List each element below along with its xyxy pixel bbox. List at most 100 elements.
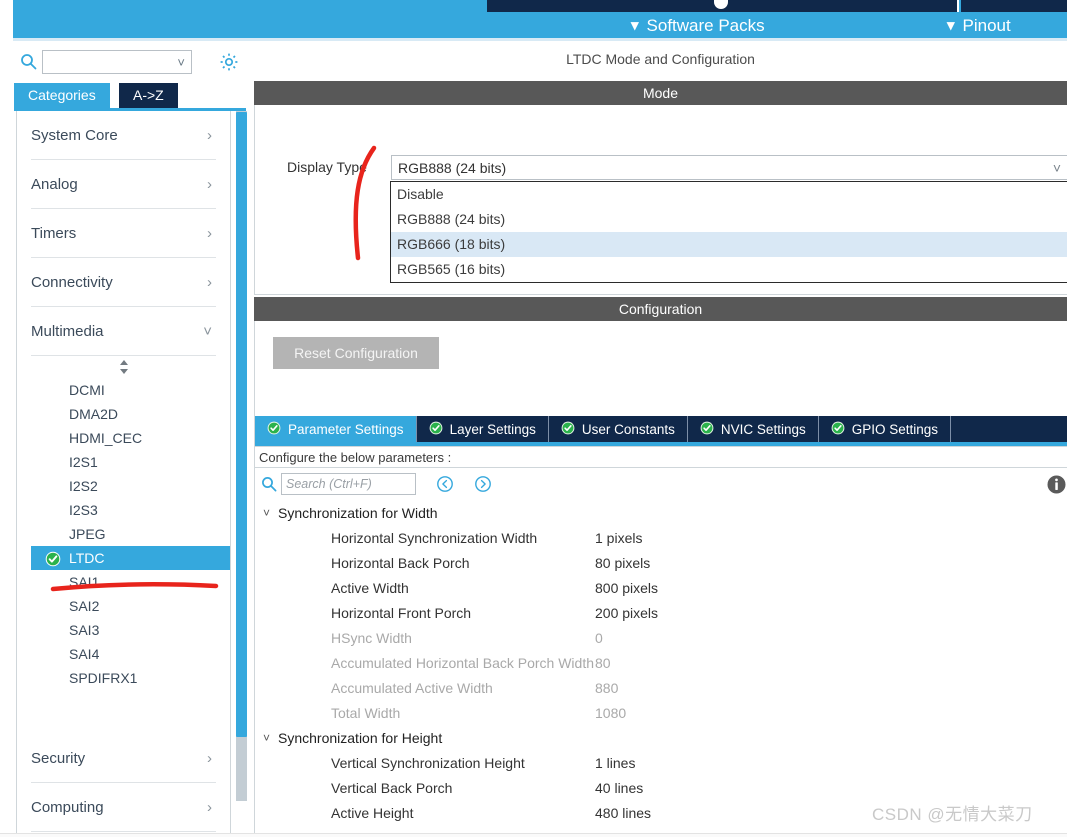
param-value: 200 pixels [595,604,659,621]
sidebar-peripheral-sai3[interactable]: SAI3 [17,618,230,642]
next-arrow-icon[interactable] [474,475,492,493]
check-circle-icon [429,421,443,438]
sidebar-peripheral-i2s1[interactable]: I2S1 [17,450,230,474]
chevron-right-icon: › [207,749,212,767]
display-type-option-disable[interactable]: Disable [391,182,1067,207]
sidebar-item-computing[interactable]: Computing › [31,783,216,832]
info-icon[interactable] [1047,475,1066,494]
param-name: Active Height [331,804,414,821]
sidebar-peripheral-hdmi-cec[interactable]: HDMI_CEC [17,426,230,450]
top-menu-pinout[interactable]: ▾ Pinout [947,14,1011,38]
param-name: Active Width [331,579,409,596]
param-name: Horizontal Back Porch [331,554,470,571]
param-name: Horizontal Front Porch [331,604,472,621]
param-group-synchronization-for-height[interactable]: ˅ Synchronization for Height [255,725,1067,750]
mode-section-body: Display Type RGB888 (24 bits) ˅ Disable … [254,105,1067,295]
sidebar-scrollbar-thumb[interactable] [236,112,247,737]
sidebar-item-timers[interactable]: Timers › [31,209,216,258]
param-name: Vertical Back Porch [331,779,453,796]
param-row-hsync-width: HSync Width 0 [255,625,1067,650]
param-value: 0 [595,629,603,646]
sidebar-peripheral-spdifrx1[interactable]: SPDIFRX1 [17,666,230,690]
param-name: HSync Width [331,629,412,646]
sidebar-search-input[interactable]: ˅ [42,50,192,74]
top-menu-software-packs[interactable]: ▾ Software Packs [631,14,765,38]
display-type-option-rgb666[interactable]: RGB666 (18 bits) [391,232,1067,257]
chevron-right-icon: › [207,224,212,242]
tab-layer-settings-label: Layer Settings [449,421,536,437]
chevron-right-icon: › [207,273,212,291]
chevron-down-icon: ˅ [263,505,271,520]
top-menu-pinout-label: Pinout [962,16,1011,35]
sidebar-search-row: ˅ [14,48,246,76]
chevron-down-icon: ▾ [631,17,639,34]
param-name: Total Width [331,704,401,721]
parameter-search-input[interactable]: Search (Ctrl+F) [281,473,416,495]
display-type-dropdown-list[interactable]: Disable RGB888 (24 bits) RGB666 (18 bits… [390,181,1067,283]
reset-configuration-button[interactable]: Reset Configuration [273,337,439,369]
sidebar-tab-a-to-z[interactable]: A->Z [119,83,178,108]
param-row-horizontal-synchronization-width[interactable]: Horizontal Synchronization Width 1 pixel… [255,525,1067,550]
sidebar-peripheral-dma2d[interactable]: DMA2D [17,402,230,426]
param-row-vertical-back-porch[interactable]: Vertical Back Porch 40 lines [255,775,1067,800]
param-group-synchronization-for-width[interactable]: ˅ Synchronization for Width [255,500,1067,525]
sidebar-peripheral-sai3-label: SAI3 [69,622,100,638]
sidebar-peripheral-dcmi-label: DCMI [69,382,105,398]
chevron-down-icon[interactable]: ˅ [177,55,187,70]
sidebar-peripheral-sai2[interactable]: SAI2 [17,594,230,618]
peripheral-sidebar: ˅ Categories A->Z System Core › Analog ›… [0,41,254,837]
sidebar-peripheral-ltdc-label: LTDC [69,550,105,566]
sidebar-peripheral-sai4[interactable]: SAI4 [17,642,230,666]
display-type-selected-value: RGB888 (24 bits) [398,159,507,176]
param-value: 480 lines [595,804,652,821]
sidebar-item-system-core[interactable]: System Core › [31,111,216,160]
param-group-synchronization-for-width-label: Synchronization for Width [278,504,438,521]
param-row-horizontal-back-porch[interactable]: Horizontal Back Porch 80 pixels [255,550,1067,575]
gear-icon[interactable] [217,50,241,74]
param-row-horizontal-front-porch[interactable]: Horizontal Front Porch 200 pixels [255,600,1067,625]
sidebar-peripheral-i2s3[interactable]: I2S3 [17,498,230,522]
param-value: 40 lines [595,779,644,796]
display-type-label: Display Type [287,159,367,175]
sidebar-item-connectivity[interactable]: Connectivity › [31,258,216,307]
sidebar-item-security-label: Security [31,749,86,767]
sidebar-tab-categories[interactable]: Categories [14,83,110,108]
tab-parameter-settings[interactable]: Parameter Settings [255,416,417,442]
display-type-option-disable-label: Disable [397,186,444,202]
sidebar-peripheral-dma2d-label: DMA2D [69,406,119,422]
prev-arrow-icon[interactable] [436,475,454,493]
sidebar-peripheral-dcmi[interactable]: DCMI [17,378,230,402]
sidebar-peripheral-i2s2[interactable]: I2S2 [17,474,230,498]
sidebar-item-security[interactable]: Security › [31,734,216,783]
display-type-option-rgb888[interactable]: RGB888 (24 bits) [391,207,1067,232]
chevron-down-icon: ▾ [947,17,955,34]
window-bottom-edge [0,833,1067,837]
tab-gpio-settings[interactable]: GPIO Settings [819,416,952,442]
sidebar-item-multimedia[interactable]: Multimedia ˅ [31,307,216,356]
param-value: 80 pixels [595,554,651,571]
param-name: Accumulated Horizontal Back Porch Width [331,654,594,671]
sidebar-peripheral-i2s2-label: I2S2 [69,478,98,494]
sidebar-peripheral-spdifrx1-label: SPDIFRX1 [69,670,138,686]
tab-nvic-settings[interactable]: NVIC Settings [688,416,819,442]
param-row-total-width: Total Width 1080 [255,700,1067,725]
sidebar-item-analog[interactable]: Analog › [31,160,216,209]
param-value: 800 pixels [595,579,659,596]
sidebar-peripheral-ltdc[interactable]: LTDC [31,546,230,570]
sidebar-peripheral-sai1[interactable]: SAI1 [17,570,230,594]
tab-layer-settings[interactable]: Layer Settings [417,416,549,442]
param-value: 1080 [595,704,627,721]
display-type-option-rgb565[interactable]: RGB565 (16 bits) [391,257,1067,282]
tab-user-constants[interactable]: User Constants [549,416,688,442]
search-icon [261,476,277,492]
main-content-panel: LTDC Mode and Configuration Mode Display… [254,41,1067,837]
chevron-down-icon: ˅ [1052,159,1061,176]
param-row-vertical-synchronization-height[interactable]: Vertical Synchronization Height 1 lines [255,750,1067,775]
app-root: ▾ Software Packs ▾ Pinout ˅ Categories A… [0,0,1067,837]
configuration-tabstrip: Parameter Settings Layer Settings User C… [255,416,1067,442]
sort-toggle-icon[interactable] [17,356,230,378]
display-type-select[interactable]: RGB888 (24 bits) ˅ [391,155,1067,180]
sidebar-peripheral-jpeg[interactable]: JPEG [17,522,230,546]
param-row-active-width[interactable]: Active Width 800 pixels [255,575,1067,600]
